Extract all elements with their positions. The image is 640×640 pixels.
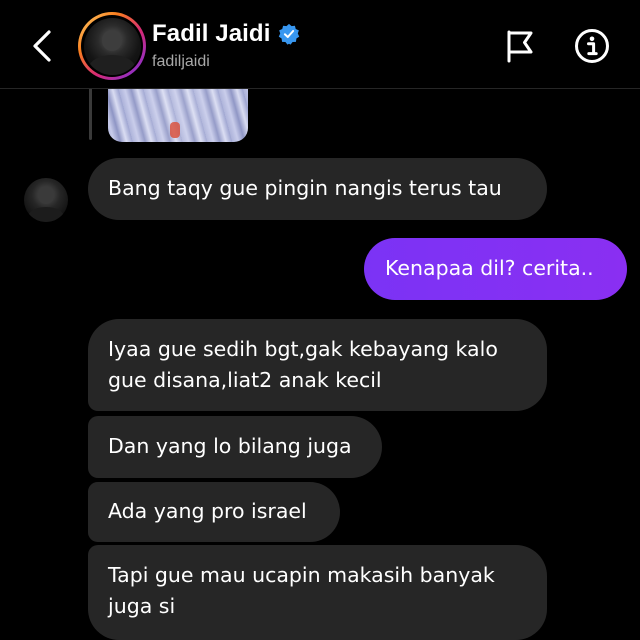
display-name: Fadil Jaidi (152, 20, 271, 47)
report-flag-button[interactable] (500, 26, 540, 66)
sender-avatar[interactable] (24, 178, 68, 222)
message-bubble-incoming[interactable]: Dan yang lo bilang juga (88, 416, 382, 478)
flag-icon (507, 30, 533, 63)
dm-conversation-screen: Bang taqy gue pingin nangis terus tau Ke… (0, 0, 640, 640)
message-bubble-incoming[interactable]: Ada yang pro israel (88, 482, 340, 542)
username[interactable]: fadiljaidi (152, 53, 210, 71)
message-bubble-incoming[interactable]: Iyaa gue sedih bgt,gak kebayang kalo gue… (88, 319, 547, 411)
chevron-left-icon (33, 30, 51, 62)
verified-badge-icon (279, 23, 300, 45)
info-icon (575, 29, 609, 63)
back-button[interactable] (22, 24, 62, 68)
reply-indicator-line (89, 88, 92, 140)
profile-name-row[interactable]: Fadil Jaidi (152, 20, 300, 48)
profile-avatar[interactable] (78, 12, 146, 80)
message-bubble-incoming[interactable]: Bang taqy gue pingin nangis terus tau (88, 158, 547, 220)
message-bubble-outgoing[interactable]: Kenapaa dil? cerita.. (364, 238, 627, 300)
message-bubble-incoming[interactable]: Tapi gue mau ucapin makasih banyak juga … (88, 545, 547, 640)
conversation-header: Fadil Jaidi fadiljaidi (0, 0, 640, 89)
conversation-info-button[interactable] (572, 26, 612, 66)
